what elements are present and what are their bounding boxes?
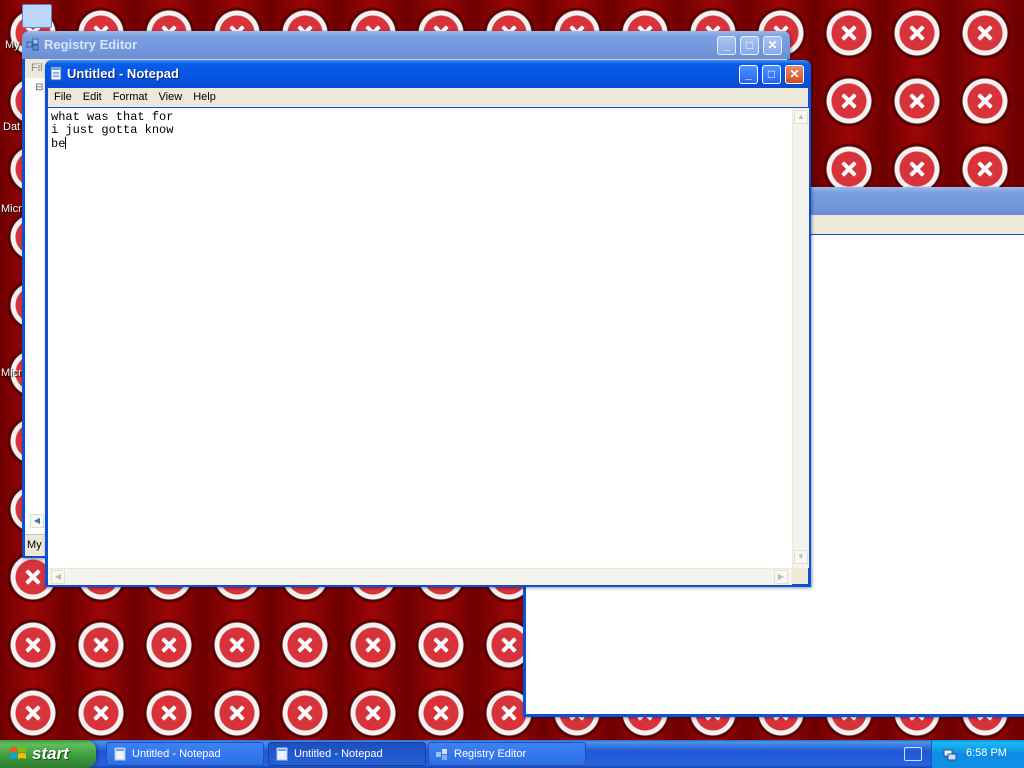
minimize-icon: _	[745, 67, 752, 81]
task-label: Untitled - Notepad	[294, 748, 383, 760]
registry-status-text: My	[27, 539, 42, 551]
registry-close-button[interactable]: ✕	[763, 36, 782, 55]
scroll-left-button[interactable]: ◀	[51, 570, 65, 584]
task-button-notepad-2[interactable]: Untitled - Notepad	[268, 742, 426, 766]
system-tray: 6:58 PM	[931, 740, 1024, 768]
desktop-icon-label-my-computer[interactable]: My	[5, 39, 20, 51]
desktop-icon-label-micro-1[interactable]: Micr	[1, 203, 22, 215]
scroll-right-button[interactable]: ▶	[774, 570, 788, 584]
menu-view[interactable]: View	[153, 88, 188, 103]
notepad-menubar: File Edit Format View Help	[48, 88, 808, 107]
registry-cube-icon	[26, 38, 39, 51]
menu-edit[interactable]: Edit	[77, 88, 107, 103]
close-icon: ✕	[789, 67, 800, 81]
notepad-titlebar[interactable]: Untitled - Notepad _ □ ✕	[45, 60, 811, 88]
notepad-minimize-button[interactable]: _	[739, 65, 758, 84]
task-label: Registry Editor	[454, 748, 527, 760]
task-label: Untitled - Notepad	[132, 748, 221, 760]
text-line-1: what was that for	[51, 110, 174, 124]
network-icon[interactable]	[942, 746, 958, 762]
registry-editor-title: Registry Editor	[44, 37, 138, 52]
notepad-icon	[114, 747, 126, 761]
notepad-text-content[interactable]: what was that for i just gotta know be	[51, 111, 789, 563]
taskbar: start Untitled - Notepad Untitled - Note…	[0, 740, 1024, 768]
notepad-icon	[276, 747, 288, 761]
registry-scroll-left-button[interactable]: ◀	[30, 514, 44, 528]
my-computer-icon[interactable]	[22, 4, 52, 28]
clock[interactable]: 6:58 PM	[966, 747, 1007, 759]
notepad-icon	[50, 66, 62, 81]
notepad-horizontal-scrollbar[interactable]: ◀ ▶	[48, 568, 792, 585]
resize-grip-icon[interactable]	[792, 568, 808, 584]
keyboard-icon[interactable]	[904, 747, 922, 761]
maximize-icon: □	[745, 38, 754, 52]
windows-flag-icon	[10, 747, 26, 759]
text-caret	[65, 137, 67, 149]
tree-expander-icon[interactable]: ⊟	[35, 82, 43, 93]
task-button-registry-editor[interactable]: Registry Editor	[428, 742, 586, 766]
task-button-notepad-1[interactable]: Untitled - Notepad	[106, 742, 264, 766]
minimize-icon: _	[723, 38, 730, 52]
text-line-2: i just gotta know	[51, 123, 174, 137]
desktop-icon-label-micro-2[interactable]: Micr	[1, 367, 22, 379]
start-label: start	[32, 744, 69, 763]
desktop-icon-label-data[interactable]: Dat	[3, 121, 20, 133]
scroll-down-button[interactable]: ▼	[794, 550, 808, 564]
registry-cube-icon	[436, 749, 447, 760]
notepad-maximize-button[interactable]: □	[762, 65, 781, 84]
menu-help[interactable]: Help	[187, 88, 221, 103]
notepad-vertical-scrollbar[interactable]: ▲ ▼	[792, 108, 809, 568]
start-button[interactable]: start	[0, 740, 96, 768]
scroll-up-button[interactable]: ▲	[794, 110, 808, 124]
text-line-3: be	[51, 137, 66, 151]
notepad-title: Untitled - Notepad	[67, 66, 179, 81]
close-icon: ✕	[767, 38, 778, 52]
menu-file[interactable]: File	[48, 88, 77, 103]
maximize-icon: □	[767, 67, 776, 81]
registry-maximize-button[interactable]: □	[740, 36, 759, 55]
registry-minimize-button[interactable]: _	[717, 36, 736, 55]
menu-format[interactable]: Format	[107, 88, 153, 103]
notepad-close-button[interactable]: ✕	[785, 65, 804, 84]
registry-editor-titlebar[interactable]: Registry Editor _ □ ✕	[22, 31, 790, 59]
